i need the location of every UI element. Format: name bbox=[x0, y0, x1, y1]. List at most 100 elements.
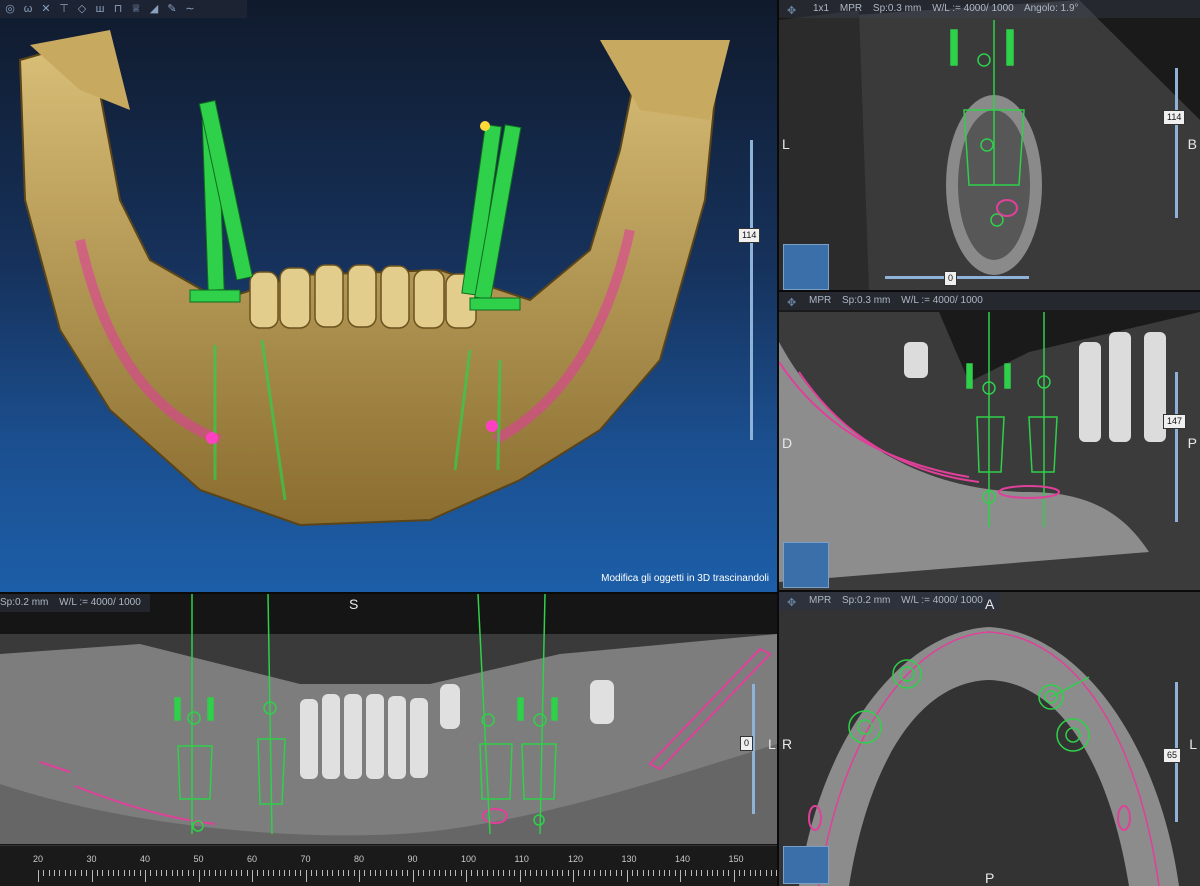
ruler-tick-mark bbox=[535, 870, 537, 876]
pen-tool-icon[interactable]: ✎ bbox=[164, 2, 180, 16]
sagittal-slice-slider[interactable] bbox=[1175, 372, 1178, 522]
ruler-tick-mark bbox=[112, 870, 114, 876]
ruler-tick-label: 80 bbox=[354, 854, 365, 864]
ruler-tick-label: 40 bbox=[140, 854, 151, 864]
arch-bottom-label: P bbox=[985, 870, 995, 886]
axial-spacing-label: Sp:0.3 mm bbox=[872, 3, 922, 14]
sphere-tool-icon[interactable]: ◎ bbox=[2, 2, 18, 16]
ruler-tick-mark bbox=[460, 870, 462, 876]
ruler-tick-mark bbox=[139, 870, 141, 876]
axial-ct-image[interactable] bbox=[779, 0, 1200, 290]
ruler-tick-mark bbox=[551, 870, 553, 876]
ruler-tick-mark bbox=[487, 870, 489, 876]
ruler-tick-mark bbox=[252, 870, 253, 882]
ruler-tick-mark bbox=[514, 870, 516, 876]
sagittal-left-label: D bbox=[782, 435, 793, 451]
ruler-tick-mark bbox=[166, 870, 168, 876]
head-side-icon[interactable] bbox=[783, 542, 829, 588]
ruler-tick-mark bbox=[615, 870, 617, 876]
tooth-tool-icon[interactable]: ω bbox=[20, 2, 36, 16]
ruler-tick-label: 110 bbox=[514, 854, 529, 864]
axial-header: ✥ 1x1 MPR Sp:0.3 mm W/L := 4000/ 1000 An… bbox=[779, 0, 1200, 18]
ruler-tick-mark bbox=[760, 870, 762, 876]
ruler-tick-mark bbox=[567, 870, 569, 876]
ruler-tick-mark bbox=[284, 870, 286, 876]
arch-mode-label: MPR bbox=[809, 595, 832, 606]
ruler-tick-mark bbox=[680, 870, 681, 882]
axial-slice-slider[interactable] bbox=[1175, 68, 1178, 218]
move-icon[interactable]: ✥ bbox=[787, 594, 796, 612]
ruler-tick-mark bbox=[257, 870, 259, 876]
arch-tool-icon[interactable]: ⊓ bbox=[110, 2, 126, 16]
ruler-tick-mark bbox=[235, 870, 237, 876]
3d-jaw-render[interactable] bbox=[0, 0, 777, 592]
ruler-tick-mark bbox=[59, 870, 61, 876]
ruler-tick-label: 30 bbox=[86, 854, 97, 864]
ruler-tick-mark bbox=[310, 870, 312, 876]
3d-slice-slider[interactable] bbox=[750, 140, 753, 440]
sagittal-window-label: W/L := 4000/ 1000 bbox=[901, 295, 983, 306]
ruler-tick-mark bbox=[610, 870, 612, 876]
ruler-tick-mark bbox=[540, 870, 542, 876]
ruler-tick-mark bbox=[466, 870, 467, 882]
crown-tool-icon[interactable]: ♕ bbox=[128, 2, 144, 16]
measure-tool-icon[interactable]: ◢ bbox=[146, 2, 162, 16]
ruler-tick-mark bbox=[177, 870, 179, 876]
ruler-tick-mark bbox=[193, 870, 195, 876]
ruler-tick-mark bbox=[706, 870, 708, 876]
ruler-tick-mark bbox=[647, 870, 649, 876]
ruler-tick-mark bbox=[653, 870, 655, 876]
ruler-tick-mark bbox=[43, 870, 45, 876]
shovel-tool-icon[interactable]: ◇ bbox=[74, 2, 90, 16]
ruler-tick-mark bbox=[744, 870, 746, 876]
ruler-tick-mark bbox=[674, 870, 676, 876]
ruler-tick-mark bbox=[278, 870, 280, 876]
axial-view-pane[interactable]: ✥ 1x1 MPR Sp:0.3 mm W/L := 4000/ 1000 An… bbox=[779, 0, 1200, 290]
arch-view-pane[interactable]: ✥ MPR Sp:0.2 mm W/L := 4000/ 1000 A R L … bbox=[779, 592, 1200, 886]
ruler-tick-mark bbox=[396, 870, 398, 876]
ruler-tick-mark bbox=[96, 870, 98, 876]
ruler-tick-mark bbox=[749, 870, 751, 876]
3d-view-pane[interactable]: ◎ ω ✕ ⊤ ◇ ш ⊓ ♕ ◢ ✎ ∼ 114 Modifica gli o… bbox=[0, 0, 777, 592]
ruler-tick-label: 50 bbox=[193, 854, 204, 864]
ruler-tick-mark bbox=[123, 870, 125, 876]
cross-tool-icon[interactable]: ✕ bbox=[38, 2, 54, 16]
move-icon[interactable]: ✥ bbox=[787, 2, 796, 20]
axial-right-label: B bbox=[1187, 136, 1197, 152]
ruler-tick-mark bbox=[642, 870, 644, 876]
ruler-tick-mark bbox=[417, 870, 419, 876]
ruler-tick-mark bbox=[332, 870, 334, 876]
ruler-tick-mark bbox=[107, 870, 109, 876]
axial-layout-label[interactable]: 1x1 bbox=[813, 3, 829, 14]
ruler-tick-mark bbox=[701, 870, 703, 876]
implant-tool-icon[interactable]: ⊤ bbox=[56, 2, 72, 16]
sagittal-ct-image[interactable] bbox=[779, 292, 1200, 590]
ruler-tick-mark bbox=[70, 870, 72, 876]
ruler-tick-mark bbox=[471, 870, 473, 876]
head-orientation-icon[interactable] bbox=[783, 244, 829, 290]
axial-window-label: W/L := 4000/ 1000 bbox=[932, 3, 1014, 14]
ruler-tick-mark bbox=[241, 870, 243, 876]
move-icon[interactable]: ✥ bbox=[787, 294, 796, 312]
ruler-tick-mark bbox=[669, 870, 671, 876]
ruler-tick-mark bbox=[428, 870, 430, 876]
arch-ct-image[interactable] bbox=[779, 592, 1200, 886]
ruler-tick-label: 90 bbox=[407, 854, 418, 864]
ruler-tick-label: 70 bbox=[300, 854, 311, 864]
multi-tooth-tool-icon[interactable]: ш bbox=[92, 2, 108, 16]
panoramic-ct-image[interactable] bbox=[0, 594, 777, 886]
ruler-tick-mark bbox=[583, 870, 585, 876]
panoramic-ruler: 20 30 40 50 60 70 80 90 100 110 120 130 140 150 bbox=[0, 845, 777, 886]
arch-top-label: A bbox=[985, 596, 995, 612]
sagittal-view-pane[interactable]: ✥ MPR Sp:0.3 mm W/L := 4000/ 1000 D P 14… bbox=[779, 292, 1200, 590]
ruler-tick-label: 60 bbox=[247, 854, 258, 864]
3d-slider-value: 114 bbox=[738, 228, 761, 243]
arch-header: ✥ MPR Sp:0.2 mm W/L := 4000/ 1000 bbox=[779, 592, 999, 610]
panoramic-view-pane[interactable]: Sp:0.2 mm W/L := 4000/ 1000 S L 0 20 30 40… bbox=[0, 594, 777, 886]
axial-slider-value: 114 bbox=[1163, 110, 1186, 125]
head-top-icon[interactable] bbox=[783, 846, 829, 884]
ruler-tick-mark bbox=[562, 870, 564, 876]
axial-hslider-value: 0 bbox=[944, 271, 958, 286]
curve-tool-icon[interactable]: ∼ bbox=[182, 2, 198, 16]
ruler-tick-mark bbox=[182, 870, 184, 876]
